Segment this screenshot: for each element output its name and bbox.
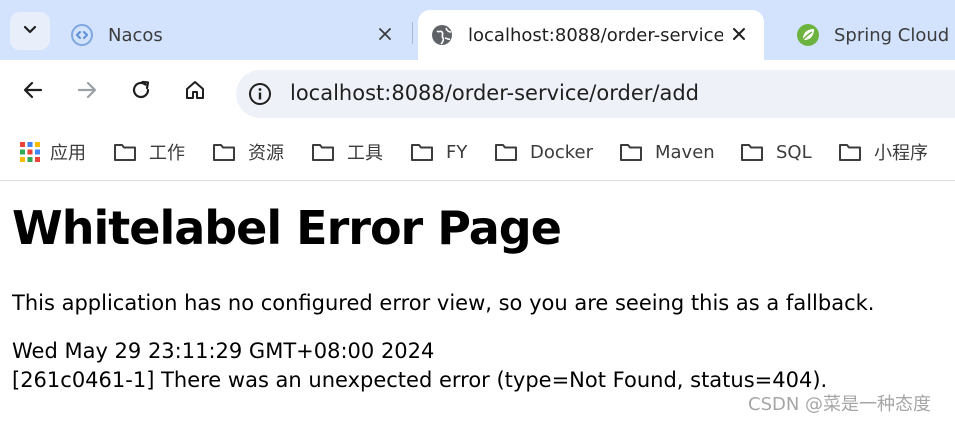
home-icon	[184, 79, 206, 105]
tab-search-button[interactable]	[10, 12, 50, 50]
bookmark-folder-miniprogram[interactable]: 小程序	[838, 140, 928, 164]
close-tab-icon[interactable]	[374, 23, 396, 45]
bookmark-folder-sql[interactable]: SQL	[740, 140, 812, 164]
bookmark-label: 应用	[50, 143, 86, 164]
csdn-watermark: CSDN @菜是一种态度	[748, 394, 932, 415]
folder-icon	[838, 141, 862, 163]
tab-nacos[interactable]: Nacos	[60, 10, 410, 60]
site-info-icon[interactable]	[248, 82, 272, 106]
bookmark-folder-fy[interactable]: FY	[410, 140, 467, 164]
arrow-right-icon	[76, 79, 98, 105]
url-text[interactable]: localhost:8088/order-service/order/add	[290, 81, 699, 105]
tab-active-localhost[interactable]: localhost:8088/order-service/	[418, 10, 764, 60]
error-description: This application has no configured error…	[12, 291, 875, 315]
bookmark-label: 工具	[347, 143, 383, 164]
close-tab-icon[interactable]	[728, 23, 750, 45]
reload-button[interactable]	[125, 76, 157, 108]
folder-icon	[494, 141, 518, 163]
folder-icon	[619, 141, 643, 163]
bookmark-folder-docker[interactable]: Docker	[494, 140, 593, 164]
bookmark-folder-maven[interactable]: Maven	[619, 140, 715, 164]
page-title: Whitelabel Error Page	[12, 201, 562, 255]
browser-toolbar: localhost:8088/order-service/order/add	[0, 60, 955, 124]
bookmark-label: 资源	[248, 143, 284, 164]
bookmark-label: FY	[446, 141, 468, 163]
back-button[interactable]	[17, 76, 49, 108]
nacos-favicon-icon	[70, 23, 94, 47]
folder-icon	[113, 141, 137, 163]
folder-icon	[410, 141, 434, 163]
bookmark-label: SQL	[776, 141, 812, 163]
address-bar[interactable]: localhost:8088/order-service/order/add	[236, 70, 955, 118]
bookmark-folder-tools[interactable]: 工具	[311, 140, 383, 164]
spring-leaf-icon	[796, 23, 820, 47]
tab-separator	[412, 22, 413, 44]
home-button[interactable]	[179, 76, 211, 108]
globe-icon	[430, 23, 454, 47]
tab-spring-cloud[interactable]: Spring Cloud Gat	[784, 10, 955, 60]
apps-grid-icon	[20, 141, 40, 163]
chevron-down-icon	[22, 21, 38, 41]
folder-icon	[740, 141, 764, 163]
arrow-left-icon	[22, 79, 44, 105]
tab-strip: Nacos localhost:8088/order-service/ Spri…	[0, 0, 955, 60]
forward-button[interactable]	[71, 76, 103, 108]
bookmark-label: 小程序	[874, 143, 928, 164]
folder-icon	[212, 141, 236, 163]
bookmark-label: Docker	[530, 141, 594, 163]
page-content: Whitelabel Error Page This application h…	[12, 200, 952, 396]
bookmark-folder-resources[interactable]: 资源	[212, 140, 284, 164]
tab-title: localhost:8088/order-service/	[468, 24, 723, 46]
bookmark-label: Maven	[655, 141, 715, 163]
reload-icon	[130, 79, 152, 105]
bookmark-label: 工作	[149, 143, 185, 164]
bookmark-apps[interactable]: 应用	[20, 140, 86, 164]
tab-title: Spring Cloud Gat	[834, 24, 955, 46]
bookmarks-bar: 应用 工作 资源 工具 FY Docker Maven SQL 小程序	[0, 124, 955, 181]
bookmark-folder-work[interactable]: 工作	[113, 140, 185, 164]
tab-title: Nacos	[108, 24, 163, 46]
folder-icon	[311, 141, 335, 163]
error-timestamp: Wed May 29 23:11:29 GMT+08:00 2024	[12, 339, 435, 363]
